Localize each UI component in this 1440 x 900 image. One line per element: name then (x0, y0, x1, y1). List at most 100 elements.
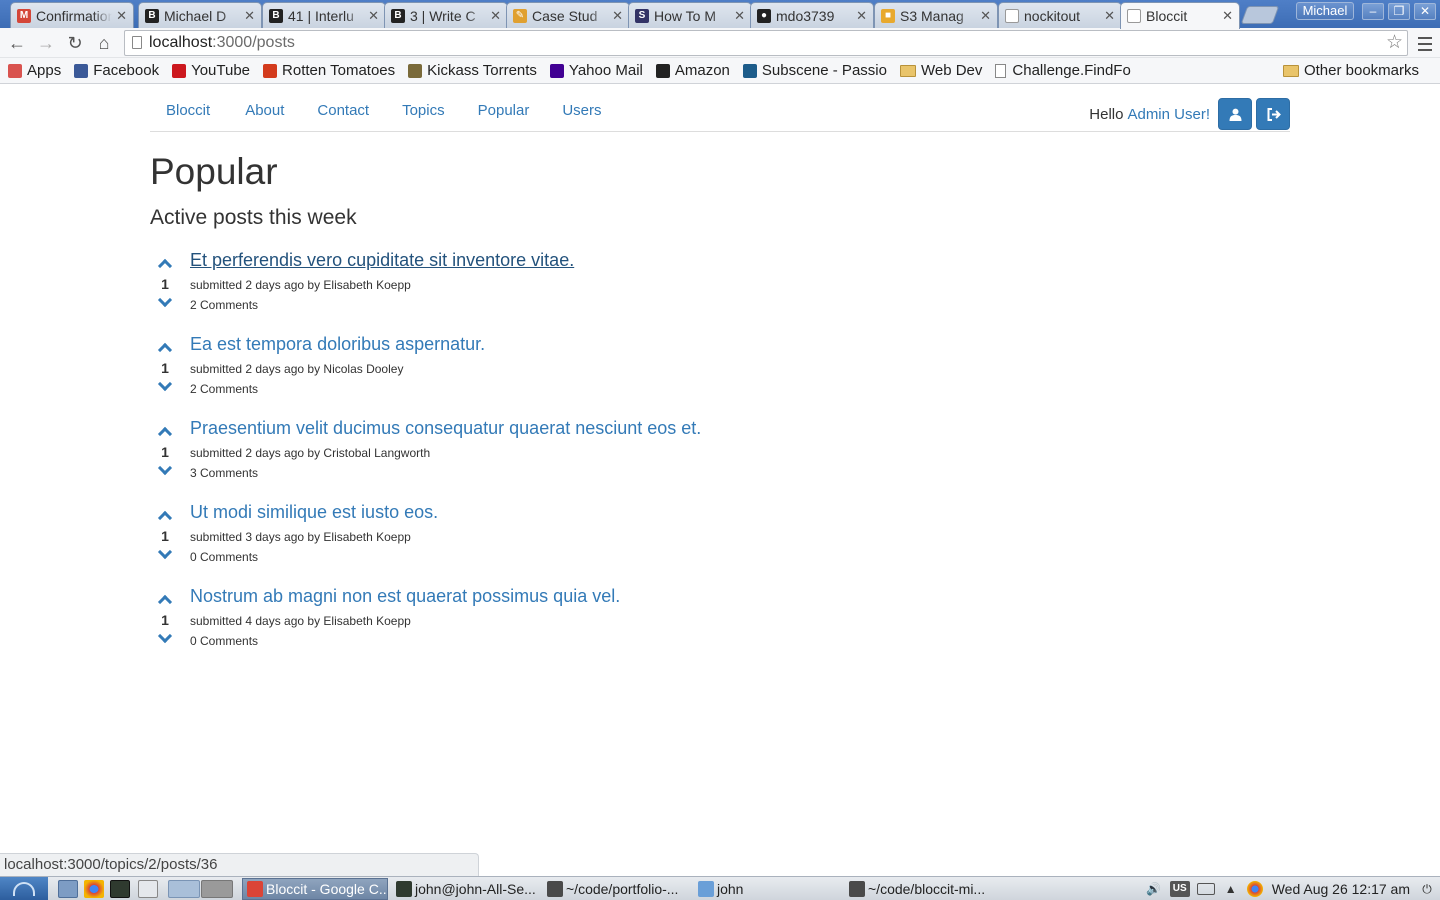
sign-out-button[interactable] (1256, 98, 1290, 130)
post-title-link[interactable]: Praesentium velit ducimus consequatur qu… (190, 416, 701, 440)
tomato-icon (263, 63, 278, 78)
upvote-chevron-icon[interactable] (150, 424, 180, 440)
taskbar-task-label: Bloccit - Google C... (266, 881, 388, 897)
tab-close-icon[interactable]: ✕ (612, 8, 623, 24)
keyboard-icon[interactable] (1196, 882, 1215, 895)
upvote-chevron-icon[interactable] (150, 256, 180, 272)
terminal-launcher-icon[interactable] (110, 880, 130, 898)
bookmark-item[interactable]: Yahoo Mail (549, 62, 643, 79)
downvote-chevron-icon[interactable] (150, 378, 180, 394)
workspace-1-icon[interactable] (168, 880, 200, 898)
nav-link-bloccit[interactable]: Bloccit (150, 85, 227, 136)
nav-link-popular[interactable]: Popular (462, 85, 547, 136)
vote-count: 1 (161, 360, 169, 376)
nav-link-contact[interactable]: Contact (301, 85, 386, 136)
vote-control: 1 (150, 248, 180, 310)
home-icon[interactable]: ⌂ (93, 32, 115, 54)
new-tab-button[interactable] (1240, 6, 1280, 24)
downvote-chevron-icon[interactable] (150, 462, 180, 478)
tab-close-icon[interactable]: ✕ (734, 8, 745, 24)
post-comment-count: 3 Comments (190, 466, 259, 480)
taskbar-task-label: john (717, 881, 744, 897)
post-meta: submitted 2 days ago by Elisabeth Koepp (190, 278, 411, 292)
bookmark-item[interactable]: Rotten Tomatoes (263, 62, 395, 79)
bookmark-item[interactable]: Apps (8, 62, 61, 79)
vote-control: 1 (150, 500, 180, 562)
chrome-tray-icon[interactable] (1246, 880, 1263, 897)
chrome-menu-icon[interactable] (1414, 32, 1436, 54)
upvote-chevron-icon[interactable] (150, 592, 180, 608)
downvote-chevron-icon[interactable] (150, 630, 180, 646)
vote-count: 1 (161, 444, 169, 460)
back-icon[interactable]: ← (6, 32, 28, 54)
restore-window-icon[interactable]: ❐ (1388, 3, 1410, 20)
tab-close-icon[interactable]: ✕ (980, 8, 991, 24)
close-window-icon[interactable]: ✕ (1414, 3, 1436, 20)
taskbar-task-label: ~/code/bloccit-mi... (868, 881, 986, 897)
bookmark-item[interactable]: YouTube (172, 62, 250, 79)
post-item: 1 Ut modi similique est iusto eos. submitt… (150, 500, 1290, 584)
browser-tab[interactable]: B 41 | Interlu ✕ (262, 2, 386, 28)
bookmark-item[interactable]: Kickass Torrents (408, 62, 537, 79)
tab-close-icon[interactable]: ✕ (1104, 8, 1115, 24)
downvote-chevron-icon[interactable] (150, 294, 180, 310)
tab-close-icon[interactable]: ✕ (244, 8, 255, 24)
tab-close-icon[interactable]: ✕ (368, 8, 379, 24)
workspace-2-icon[interactable] (201, 880, 233, 898)
profile-button[interactable]: Michael (1296, 2, 1354, 20)
os-taskbar: Bloccit - Google C... john@john-All-Se...… (0, 876, 1440, 900)
taskbar-task[interactable]: ~/code/portfolio-... (543, 878, 691, 900)
nav-link-users[interactable]: Users (546, 85, 618, 136)
taskbar-task[interactable]: john@john-All-Se... (392, 878, 540, 900)
upvote-chevron-icon[interactable] (150, 340, 180, 356)
bookmark-star-icon[interactable]: ☆ (1386, 31, 1403, 55)
browser-tab[interactable]: ● mdo3739 ✕ (750, 2, 874, 28)
file-manager-icon[interactable] (58, 880, 78, 898)
browser-tab[interactable]: B Michael D ✕ (138, 2, 262, 28)
other-bookmarks[interactable]: Other bookmarks (1282, 62, 1419, 79)
keyboard-layout-indicator[interactable]: US (1169, 880, 1190, 897)
taskbar-task[interactable]: ~/code/bloccit-mi... (845, 878, 1005, 900)
taskbar-task[interactable]: Bloccit - Google C... (242, 878, 388, 900)
browser-tab[interactable]: M Confirmation ✕ (10, 2, 134, 28)
reload-icon[interactable]: ↻ (64, 32, 86, 54)
nav-link-about[interactable]: About (227, 85, 301, 136)
vote-count: 1 (161, 612, 169, 628)
bookmark-item[interactable]: Subscene - Passio (742, 62, 887, 79)
user-name-link[interactable]: Admin User! (1127, 106, 1210, 123)
browser-tab[interactable]: S How To M ✕ (628, 2, 752, 28)
bookmark-item[interactable]: Amazon (655, 62, 730, 79)
taskbar-task[interactable]: john (694, 878, 840, 900)
browser-tab[interactable]: Bloccit ✕ (1120, 2, 1240, 29)
bookmark-item[interactable]: Challenge.FindFo (995, 62, 1131, 79)
start-menu-button[interactable] (0, 877, 48, 900)
downvote-chevron-icon[interactable] (150, 546, 180, 562)
bookmark-item[interactable]: Facebook (74, 62, 159, 79)
network-signal-icon[interactable]: ▲ (1222, 881, 1240, 897)
site-navbar: Bloccit About Contact Topics Popular Users He… (150, 85, 1290, 132)
forward-icon[interactable]: → (35, 32, 57, 54)
browser-tab[interactable]: ✎ Case Stud ✕ (506, 2, 630, 28)
post-title-link[interactable]: Nostrum ab magni non est quaerat possimu… (190, 584, 620, 608)
chrome-launcher-icon[interactable] (84, 880, 104, 898)
browser-tab[interactable]: B 3 | Write C ✕ (384, 2, 508, 28)
bookmark-item[interactable]: Web Dev (899, 62, 982, 79)
profile-user-button[interactable] (1218, 98, 1252, 130)
post-title-link[interactable]: Ea est tempora doloribus aspernatur. (190, 332, 485, 356)
minimize-window-icon[interactable]: – (1362, 3, 1384, 20)
power-icon[interactable]: ⏻ (1418, 881, 1436, 897)
tab-close-icon[interactable]: ✕ (116, 8, 127, 24)
volume-icon[interactable]: 🔊 (1145, 881, 1163, 897)
browser-tab[interactable]: nockitout ✕ (998, 2, 1122, 28)
post-meta: submitted 4 days ago by Elisabeth Koepp (190, 614, 411, 628)
window-launcher-icon[interactable] (138, 880, 158, 898)
browser-tab[interactable]: ■ S3 Manag ✕ (874, 2, 998, 28)
address-bar[interactable]: localhost:3000/posts ☆ (124, 30, 1408, 56)
post-title-link[interactable]: Et perferendis vero cupiditate sit inven… (190, 248, 574, 272)
upvote-chevron-icon[interactable] (150, 508, 180, 524)
tab-close-icon[interactable]: ✕ (490, 8, 501, 24)
nav-link-topics[interactable]: Topics (386, 85, 462, 136)
tab-close-icon[interactable]: ✕ (1222, 8, 1233, 24)
tab-close-icon[interactable]: ✕ (856, 8, 867, 24)
post-title-link[interactable]: Ut modi similique est iusto eos. (190, 500, 438, 524)
